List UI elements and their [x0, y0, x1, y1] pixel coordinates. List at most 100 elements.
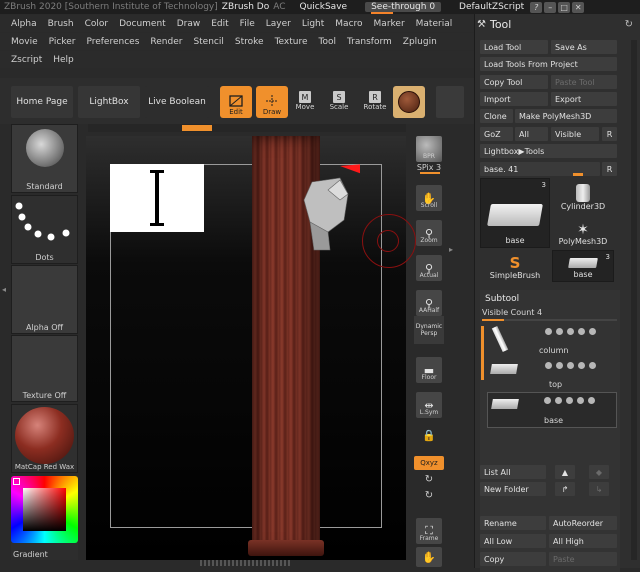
- menu-item-transform[interactable]: Transform: [347, 37, 392, 47]
- export-button[interactable]: Export: [551, 92, 617, 106]
- canvas[interactable]: [86, 136, 416, 560]
- menu-item-macro[interactable]: Macro: [335, 19, 362, 29]
- menu-item-tool[interactable]: Tool: [319, 37, 336, 47]
- live-boolean-button[interactable]: Live Boolean: [145, 86, 209, 118]
- save-as-button[interactable]: Save As: [551, 40, 617, 54]
- all-high-button[interactable]: All High: [549, 534, 617, 548]
- move-canvas-button[interactable]: ✋: [413, 545, 445, 567]
- menu-item-zplugin[interactable]: Zplugin: [403, 37, 437, 47]
- tool-tile-cylinder[interactable]: Cylinder3D: [552, 178, 614, 213]
- rename-button[interactable]: Rename: [480, 516, 546, 530]
- menu-item-stroke[interactable]: Stroke: [235, 37, 264, 47]
- stroke-tile[interactable]: Dots: [11, 195, 78, 264]
- menu-item-color[interactable]: Color: [85, 19, 109, 29]
- menu-item-material[interactable]: Material: [416, 19, 453, 29]
- lock-button[interactable]: 🔒: [413, 420, 445, 448]
- load-tools-from-project-button[interactable]: Load Tools From Project: [480, 57, 617, 71]
- canvas-bottom-scroll[interactable]: [200, 560, 290, 566]
- move-button[interactable]: M Move: [294, 91, 316, 111]
- right-tray-arrow-icon[interactable]: ▸: [449, 245, 455, 265]
- menu-item-preferences[interactable]: Preferences: [86, 37, 139, 47]
- rotate-y-icon[interactable]: ↻: [422, 474, 436, 488]
- all-button[interactable]: All: [515, 127, 548, 141]
- refresh-icon[interactable]: ↻: [625, 19, 633, 30]
- subtool-row-base[interactable]: base: [487, 392, 617, 428]
- subtool-scrollbar[interactable]: [481, 326, 484, 380]
- color-swatch[interactable]: [436, 86, 464, 118]
- canvas-top-slider[interactable]: [88, 124, 406, 132]
- saturation-square[interactable]: [23, 488, 66, 531]
- subtool-row-top[interactable]: top: [487, 358, 615, 392]
- spix-slider-thumb[interactable]: [420, 172, 440, 174]
- menu-item-texture[interactable]: Texture: [275, 37, 308, 47]
- menu-item-light[interactable]: Light: [302, 19, 324, 29]
- copy-tool-button[interactable]: Copy Tool: [480, 75, 548, 89]
- subtool-controls[interactable]: [545, 362, 596, 369]
- ac-label[interactable]: AC: [273, 2, 285, 12]
- bpr-button[interactable]: BPR: [413, 128, 445, 162]
- gradient-label[interactable]: Gradient: [11, 550, 78, 559]
- texture-tile[interactable]: Texture Off: [11, 335, 78, 402]
- subtool-controls[interactable]: [545, 328, 596, 335]
- default-zscript-button[interactable]: DefaultZScript: [459, 2, 524, 12]
- xyz-button[interactable]: Qxyz: [414, 456, 444, 470]
- all-low-button[interactable]: All Low: [480, 534, 546, 548]
- folder-out-icon[interactable]: ↳: [589, 482, 609, 496]
- move-up-icon[interactable]: ▲: [555, 465, 575, 479]
- close-icon[interactable]: ✕: [572, 1, 585, 13]
- see-through-slider[interactable]: See-through 0: [365, 2, 442, 14]
- paste-button[interactable]: Paste: [549, 552, 617, 566]
- goz-button[interactable]: GoZ: [480, 127, 513, 141]
- folder-arrow-icon[interactable]: ↱: [555, 482, 575, 496]
- alpha-tile[interactable]: Alpha Off: [11, 265, 78, 334]
- clone-button[interactable]: Clone: [480, 109, 513, 123]
- tool-slider-thumb[interactable]: [573, 173, 583, 176]
- lightbox-tools-button[interactable]: Lightbox▶Tools: [480, 144, 617, 158]
- palette-scrollbar[interactable]: [631, 40, 637, 560]
- move-down-icon[interactable]: ◆: [589, 465, 609, 479]
- rotate-button[interactable]: R Rotate: [362, 91, 388, 111]
- subtool-title[interactable]: Subtool: [485, 294, 519, 304]
- list-all-button[interactable]: List All: [480, 465, 546, 479]
- tool-tile-simplebrush[interactable]: S SimpleBrush: [480, 250, 550, 282]
- lsym-button[interactable]: ⇹ L.Sym: [413, 384, 445, 418]
- tool-tile-base-2[interactable]: 3 base: [552, 250, 614, 282]
- menu-item-edit[interactable]: Edit: [211, 19, 228, 29]
- frame-button[interactable]: ⛶ Frame: [413, 510, 445, 544]
- subtool-row-column[interactable]: column: [487, 324, 615, 358]
- menu-item-marker[interactable]: Marker: [374, 19, 405, 29]
- menu-item-document[interactable]: Document: [119, 19, 166, 29]
- column-base-model[interactable]: [248, 540, 324, 556]
- menu-item-draw[interactable]: Draw: [177, 19, 201, 29]
- material-tile[interactable]: MatCap Red Wax: [11, 404, 78, 473]
- menu-item-brush[interactable]: Brush: [48, 19, 74, 29]
- visible-count-slider[interactable]: Visible Count 4: [482, 308, 542, 317]
- edit-button[interactable]: Edit: [220, 86, 252, 118]
- subtool-controls[interactable]: [544, 397, 595, 404]
- menu-item-alpha[interactable]: Alpha: [11, 19, 37, 29]
- menu-item-help[interactable]: Help: [53, 55, 74, 65]
- menu-item-layer[interactable]: Layer: [266, 19, 291, 29]
- tool-tile-base-1[interactable]: 3 base: [480, 178, 550, 248]
- load-tool-button[interactable]: Load Tool: [480, 40, 548, 54]
- floor-button[interactable]: ▬ Floor: [413, 349, 445, 383]
- maximize-icon[interactable]: □: [558, 1, 571, 13]
- make-polymesh3d-button[interactable]: Make PolyMesh3D: [515, 109, 617, 123]
- tool-r-button[interactable]: R: [602, 162, 617, 176]
- autoreorder-button[interactable]: AutoReorder: [549, 516, 617, 530]
- home-page-button[interactable]: Home Page: [11, 86, 73, 118]
- rotate-z-icon[interactable]: ↻: [422, 490, 436, 504]
- menu-item-picker[interactable]: Picker: [49, 37, 76, 47]
- left-tray-arrow-icon[interactable]: ◂: [2, 285, 7, 299]
- visible-count-thumb[interactable]: [482, 319, 504, 321]
- spix-slider[interactable]: SPix 3: [413, 160, 445, 172]
- scale-button[interactable]: S Scale: [328, 91, 350, 111]
- menu-item-zscript[interactable]: Zscript: [11, 55, 42, 65]
- help-icon[interactable]: ?: [530, 1, 543, 13]
- aahalf-button[interactable]: ⚲ AAHalf: [413, 282, 445, 316]
- brush-tile[interactable]: Standard: [11, 124, 78, 193]
- scroll-button[interactable]: ✋ Scroll: [413, 177, 445, 211]
- draw-button[interactable]: Draw: [256, 86, 288, 118]
- menu-item-file[interactable]: File: [240, 19, 255, 29]
- quicksave-button[interactable]: QuickSave: [300, 2, 348, 12]
